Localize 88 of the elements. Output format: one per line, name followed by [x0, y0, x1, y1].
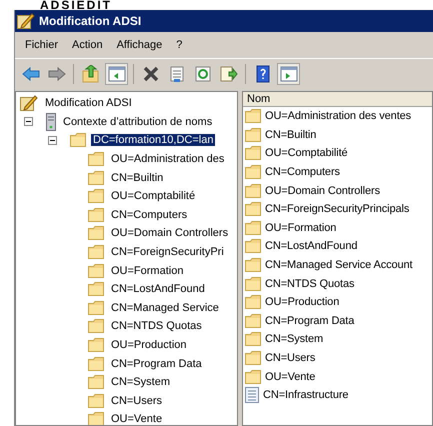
list-item[interactable]: CN=Computers: [265, 166, 340, 178]
tree-item[interactable]: OU=Production: [109, 339, 189, 352]
tree-item[interactable]: CN=Computers: [109, 208, 190, 221]
collapse-icon[interactable]: [24, 117, 33, 126]
menu-item[interactable]: Affichage: [116, 39, 162, 51]
folder-icon: [245, 295, 261, 310]
column-header[interactable]: Nom: [243, 93, 432, 105]
folder-icon: [245, 332, 261, 346]
folder-icon: [88, 226, 104, 240]
menu-item[interactable]: ?: [176, 39, 182, 51]
folder-icon: [88, 300, 104, 315]
folder-icon: [245, 165, 261, 180]
folder-icon: [88, 152, 104, 166]
folder-icon: [88, 245, 104, 260]
folder-icon: [245, 314, 261, 328]
delete-x-icon: [142, 65, 160, 83]
tree-item[interactable]: OU=Comptabilité: [109, 190, 198, 202]
collapse-icon[interactable]: [48, 136, 57, 145]
tree-item[interactable]: DC=formation10,DC=lan: [91, 134, 216, 146]
page-heading: ADSIEDIT: [39, 0, 114, 10]
console-tree-icon: [108, 65, 126, 83]
folder-icon: [88, 189, 104, 204]
tree-item[interactable]: CN=Users: [109, 394, 164, 407]
list-item[interactable]: CN=ForeignSecurityPrincipals: [265, 203, 410, 216]
folder-icon: [88, 264, 104, 278]
folder-icon: [245, 128, 261, 142]
tree-item[interactable]: Contexte d’attribution de noms: [61, 116, 214, 128]
tree-item[interactable]: Modification ADSI: [43, 97, 134, 110]
folder-icon: [245, 184, 261, 198]
server-icon: [46, 112, 56, 131]
list-item[interactable]: OU=Formation: [265, 222, 336, 234]
menu-item[interactable]: Fichier: [25, 39, 58, 51]
folder-icon: [245, 370, 261, 384]
list-item[interactable]: CN=Infrastructure: [263, 389, 348, 402]
folder-icon: [88, 208, 104, 222]
list-item[interactable]: CN=Builtin: [265, 128, 316, 141]
pencil-notepad-icon: [20, 95, 38, 112]
list-item[interactable]: CN=Program Data: [265, 314, 354, 327]
folder-icon: [88, 394, 104, 408]
folder-up-icon: [82, 65, 100, 83]
tree-item[interactable]: CN=NTDS Quotas: [109, 320, 204, 332]
tree-item[interactable]: CN=LostAndFound: [109, 283, 207, 296]
folder-icon: [88, 375, 104, 390]
folder-icon: [88, 319, 104, 334]
tree-item[interactable]: CN=Program Data: [109, 358, 204, 370]
tree-item[interactable]: OU=Administration des: [109, 153, 226, 166]
list-item[interactable]: CN=Managed Service Account: [265, 259, 413, 272]
list-item[interactable]: OU=Administration des ventes: [265, 110, 412, 122]
refresh-icon: [194, 65, 212, 83]
tree-item[interactable]: OU=Formation: [109, 264, 186, 277]
action-pane-icon: [280, 65, 298, 83]
export-list-icon: [220, 65, 238, 83]
list-item[interactable]: CN=Users: [265, 352, 316, 364]
forward-arrow-icon: [48, 65, 66, 83]
list-item[interactable]: CN=NTDS Quotas: [265, 278, 354, 290]
folder-icon: [245, 258, 261, 272]
list-item[interactable]: CN=System: [265, 333, 324, 346]
folder-icon: [245, 202, 261, 216]
menu-item[interactable]: Action: [72, 39, 103, 51]
tree-item[interactable]: CN=ForeignSecurityPri: [109, 246, 226, 258]
folder-icon: [88, 170, 104, 185]
pencil-notepad-icon: [17, 13, 35, 29]
tree-item[interactable]: CN=System: [109, 376, 172, 388]
list-item[interactable]: OU=Domain Controllers: [265, 184, 380, 197]
tree-item[interactable]: OU=Vente: [109, 413, 164, 425]
list-item[interactable]: OU=Comptabilité: [265, 147, 348, 160]
tree-item[interactable]: OU=Domain Controllers: [109, 227, 230, 240]
back-arrow-icon: [22, 65, 40, 83]
folder-icon: [70, 133, 86, 148]
folder-icon: [245, 351, 261, 366]
list-item[interactable]: OU=Production: [265, 296, 340, 308]
folder-icon: [245, 276, 261, 291]
window-title: Modification ADSI: [39, 14, 142, 28]
list-item[interactable]: OU=Vente: [265, 370, 316, 383]
tree-item[interactable]: CN=Builtin: [109, 172, 166, 184]
folder-icon: [88, 356, 104, 371]
folder-icon: [88, 412, 104, 425]
document-icon: [245, 387, 259, 404]
folder-icon: [245, 220, 261, 235]
folder-icon: [88, 338, 104, 352]
list-item[interactable]: CN=LostAndFound: [265, 240, 358, 252]
folder-icon: [245, 109, 261, 124]
folder-icon: [245, 146, 261, 160]
folder-icon: [245, 239, 261, 254]
properties-icon: [168, 65, 186, 83]
tree-item[interactable]: CN=Managed Service: [109, 302, 221, 314]
folder-icon: [88, 282, 104, 296]
help-icon: [254, 65, 272, 83]
